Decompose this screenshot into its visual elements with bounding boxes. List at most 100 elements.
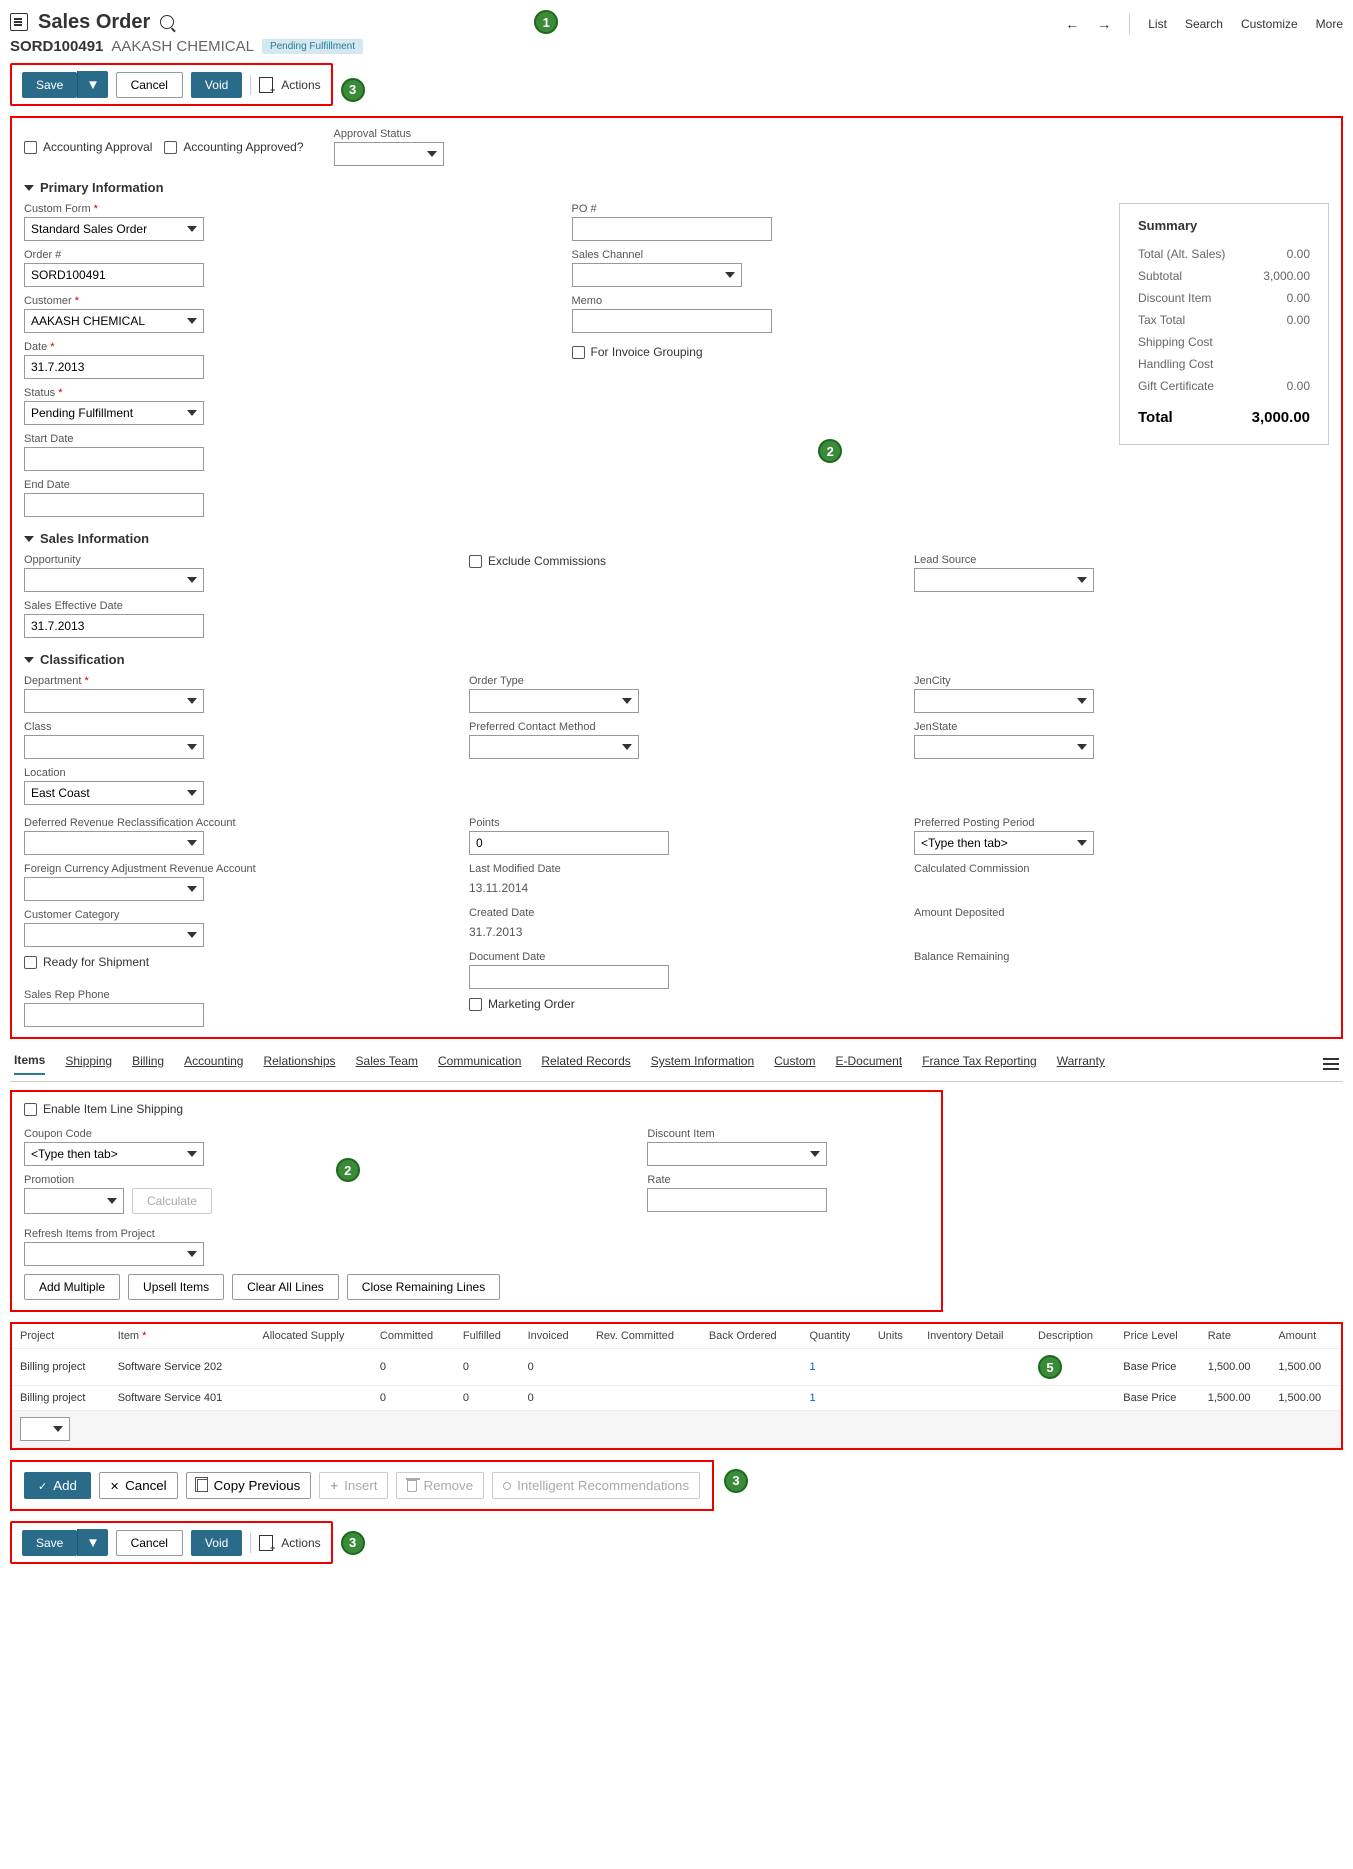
end-date-input[interactable] bbox=[24, 493, 204, 517]
nav-forward-icon[interactable]: → bbox=[1097, 16, 1111, 32]
opportunity-select[interactable] bbox=[24, 568, 204, 592]
sales-eff-date-input[interactable] bbox=[24, 614, 204, 638]
sales-channel-select[interactable] bbox=[572, 263, 742, 287]
callout-1: 1 bbox=[534, 10, 558, 34]
chevron-down-icon[interactable] bbox=[24, 185, 34, 191]
jencity-select[interactable] bbox=[914, 689, 1094, 713]
preferred-contact-select[interactable] bbox=[469, 735, 639, 759]
callout-2b: 2 bbox=[336, 1158, 360, 1182]
customer-category-label: Customer Category bbox=[24, 909, 439, 921]
points-input[interactable] bbox=[469, 831, 669, 855]
row-project-select[interactable] bbox=[20, 1417, 70, 1441]
add-multiple-button[interactable]: Add Multiple bbox=[24, 1274, 120, 1300]
enable-line-ship-checkbox[interactable] bbox=[24, 1103, 37, 1116]
upsell-button[interactable]: Upsell Items bbox=[128, 1274, 224, 1300]
chevron-down-icon[interactable] bbox=[24, 536, 34, 542]
status-select[interactable]: Pending Fulfillment bbox=[24, 401, 204, 425]
actions-menu[interactable]: Actions bbox=[281, 78, 320, 92]
order-input[interactable] bbox=[24, 263, 204, 287]
custom-form-select[interactable]: Standard Sales Order bbox=[24, 217, 204, 241]
customer-select[interactable]: AAKASH CHEMICAL bbox=[24, 309, 204, 333]
refresh-items-select[interactable] bbox=[24, 1242, 204, 1266]
chevron-down-icon[interactable] bbox=[24, 657, 34, 663]
clear-all-button[interactable]: Clear All Lines bbox=[232, 1274, 339, 1300]
calculate-button[interactable]: Calculate bbox=[132, 1188, 212, 1214]
pref-posting-select[interactable]: <Type then tab> bbox=[914, 831, 1094, 855]
tab-items[interactable]: Items bbox=[14, 1053, 45, 1075]
po-input[interactable] bbox=[572, 217, 772, 241]
cancel-line-button[interactable]: Cancel bbox=[99, 1472, 178, 1499]
callout-3d: 3 bbox=[341, 1531, 365, 1555]
callout-3c: 3 bbox=[724, 1469, 748, 1493]
search-icon[interactable] bbox=[160, 15, 174, 29]
sales-eff-date-label: Sales Effective Date bbox=[24, 600, 439, 612]
start-date-input[interactable] bbox=[24, 447, 204, 471]
void-button[interactable]: Void bbox=[191, 72, 242, 98]
add-line-button[interactable]: Add bbox=[24, 1472, 91, 1499]
deferred-rev-select[interactable] bbox=[24, 831, 204, 855]
accounting-approval-label: Accounting Approval bbox=[43, 140, 152, 154]
nav-search[interactable]: Search bbox=[1185, 17, 1223, 31]
memo-input[interactable] bbox=[572, 309, 772, 333]
promotion-select[interactable] bbox=[24, 1188, 124, 1214]
department-select[interactable] bbox=[24, 689, 204, 713]
tab-sales-team[interactable]: Sales Team bbox=[356, 1054, 418, 1074]
new-doc-icon[interactable] bbox=[259, 77, 273, 93]
tab-warranty[interactable]: Warranty bbox=[1057, 1054, 1105, 1074]
tab-shipping[interactable]: Shipping bbox=[65, 1054, 112, 1074]
actions-menu-bottom[interactable]: Actions bbox=[281, 1536, 320, 1550]
marketing-order-checkbox[interactable] bbox=[469, 998, 482, 1011]
cancel-button[interactable]: Cancel bbox=[116, 72, 183, 98]
accounting-approval-checkbox[interactable] bbox=[24, 141, 37, 154]
coupon-select[interactable]: <Type then tab> bbox=[24, 1142, 204, 1166]
order-type-select[interactable] bbox=[469, 689, 639, 713]
nav-customize[interactable]: Customize bbox=[1241, 17, 1298, 31]
save-dropdown-bottom[interactable]: ▼ bbox=[77, 1529, 107, 1556]
jenstate-select[interactable] bbox=[914, 735, 1094, 759]
sales-rep-phone-input[interactable] bbox=[24, 1003, 204, 1027]
tab-system-info[interactable]: System Information bbox=[651, 1054, 754, 1074]
new-doc-icon[interactable] bbox=[259, 1535, 273, 1551]
intel-rec-button: Intelligent Recommendations bbox=[492, 1472, 700, 1499]
approval-status-label: Approval Status bbox=[334, 128, 444, 140]
tab-billing[interactable]: Billing bbox=[132, 1054, 164, 1074]
customer-category-select[interactable] bbox=[24, 923, 204, 947]
table-row[interactable]: Billing project Software Service 401 0 0… bbox=[12, 1386, 1341, 1411]
tab-custom[interactable]: Custom bbox=[774, 1054, 815, 1074]
fca-select[interactable] bbox=[24, 877, 204, 901]
invoice-grouping-checkbox[interactable] bbox=[572, 346, 585, 359]
ready-shipment-checkbox[interactable] bbox=[24, 956, 37, 969]
menu-icon[interactable] bbox=[1323, 1058, 1339, 1070]
cancel-button-bottom[interactable]: Cancel bbox=[116, 1530, 183, 1556]
tab-relationships[interactable]: Relationships bbox=[263, 1054, 335, 1074]
location-select[interactable]: East Coast bbox=[24, 781, 204, 805]
tab-edocument[interactable]: E-Document bbox=[835, 1054, 902, 1074]
save-button[interactable]: Save bbox=[22, 72, 77, 98]
date-input[interactable] bbox=[24, 355, 204, 379]
po-label: PO # bbox=[572, 203, 1090, 215]
lead-source-select[interactable] bbox=[914, 568, 1094, 592]
table-input-row[interactable] bbox=[12, 1411, 1341, 1448]
tab-accounting[interactable]: Accounting bbox=[184, 1054, 243, 1074]
discount-item-select[interactable] bbox=[647, 1142, 827, 1166]
nav-back-icon[interactable]: ← bbox=[1065, 16, 1079, 32]
approval-status-select[interactable] bbox=[334, 142, 444, 166]
accounting-approved-checkbox[interactable] bbox=[164, 141, 177, 154]
void-button-bottom[interactable]: Void bbox=[191, 1530, 242, 1556]
nav-more[interactable]: More bbox=[1316, 17, 1343, 31]
tab-france-tax[interactable]: France Tax Reporting bbox=[922, 1054, 1037, 1074]
last-mod-value: 13.11.2014 bbox=[469, 877, 884, 899]
class-select[interactable] bbox=[24, 735, 204, 759]
rate-input[interactable] bbox=[647, 1188, 827, 1212]
tab-communication[interactable]: Communication bbox=[438, 1054, 521, 1074]
close-remaining-button[interactable]: Close Remaining Lines bbox=[347, 1274, 500, 1300]
save-button-bottom[interactable]: Save bbox=[22, 1530, 77, 1556]
doc-date-input[interactable] bbox=[469, 965, 669, 989]
copy-previous-button[interactable]: Copy Previous bbox=[186, 1472, 312, 1499]
nav-list[interactable]: List bbox=[1148, 17, 1167, 31]
amt-dep-label: Amount Deposited bbox=[914, 907, 1329, 919]
table-row[interactable]: Billing project Software Service 202 0 0… bbox=[12, 1349, 1341, 1386]
exclude-commissions-checkbox[interactable] bbox=[469, 555, 482, 568]
tab-related-records[interactable]: Related Records bbox=[541, 1054, 630, 1074]
save-dropdown[interactable]: ▼ bbox=[77, 71, 107, 98]
